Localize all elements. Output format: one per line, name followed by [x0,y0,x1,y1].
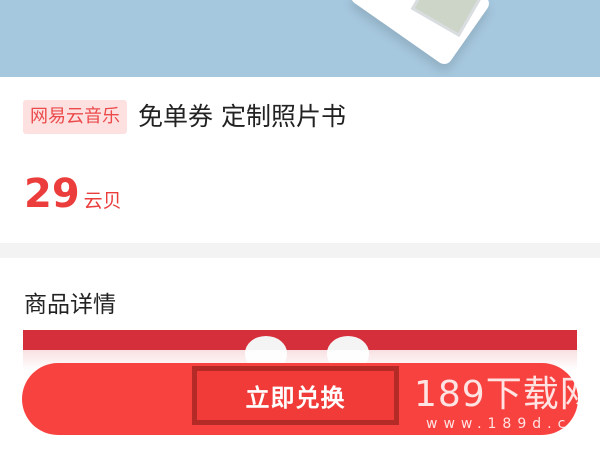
brand-tag: 网易云音乐 [23,100,127,134]
exchange-button-label: 立即兑换 [245,384,346,412]
watermark: 189下载网 www.189d.com [414,374,600,432]
exchange-button-highlight[interactable]: 立即兑换 [192,366,399,425]
product-page: 网易云音乐 免单券 定制照片书 29 云贝 商品详情 立即兑换 189下载网 ww… [0,0,600,450]
watermark-url: www.189d.com [426,416,600,432]
details-title: 商品详情 [24,292,116,318]
product-hero-image [0,0,600,77]
product-info-card: 网易云音乐 免单券 定制照片书 29 云贝 [0,77,600,243]
product-title: 免单券 定制照片书 [138,102,346,131]
price-value: 29 [24,171,80,217]
price-unit: 云贝 [83,190,122,212]
watermark-main: 189下载网 [414,374,597,415]
price: 29 云贝 [24,169,122,219]
